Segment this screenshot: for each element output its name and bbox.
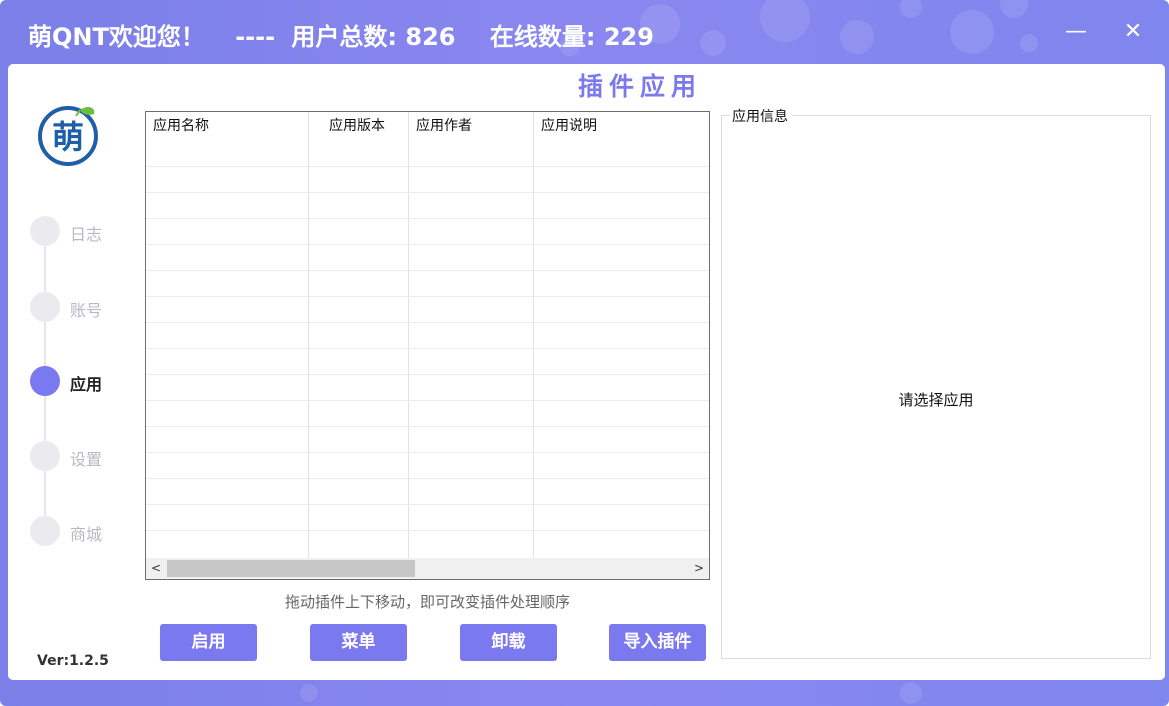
horizontal-scrollbar[interactable]: < >	[146, 558, 709, 579]
nav-dot	[30, 516, 60, 546]
table-row	[146, 296, 709, 297]
sidebar-item-label: 商城	[70, 525, 103, 544]
app-info-panel: 应用信息 请选择应用	[721, 106, 1151, 659]
table-row	[146, 192, 709, 193]
online-count-label: 在线数量:	[489, 23, 596, 51]
column-divider	[408, 112, 409, 558]
minimize-button[interactable]: —	[1061, 18, 1091, 48]
nav-dot	[30, 292, 60, 322]
scroll-left-icon[interactable]: <	[146, 558, 166, 579]
scrollbar-thumb[interactable]	[167, 560, 415, 577]
table-row	[146, 166, 709, 167]
drag-hint-text: 拖动插件上下移动，即可改变插件处理顺序	[284, 593, 570, 611]
sidebar-item-apps[interactable]: 应用	[30, 366, 130, 396]
scroll-right-icon[interactable]: >	[689, 558, 709, 579]
table-row	[146, 270, 709, 271]
column-header-version[interactable]: 应用版本	[329, 112, 385, 140]
welcome-text: 萌QNT欢迎您！	[28, 23, 205, 51]
menu-button[interactable]: 菜单	[310, 624, 407, 661]
sidebar-item-label: 日志	[70, 225, 103, 244]
sidebar-item-label: 应用	[70, 375, 103, 394]
nav-dot-active	[30, 366, 60, 396]
uninstall-button[interactable]: 卸载	[460, 624, 557, 661]
title-text: 萌QNT欢迎您！ ---- 用户总数: 826 在线数量: 229	[28, 17, 654, 52]
table-row	[146, 218, 709, 219]
column-header-name[interactable]: 应用名称	[153, 112, 209, 140]
close-button[interactable]: ✕	[1118, 18, 1148, 48]
column-header-description[interactable]: 应用说明	[541, 112, 597, 140]
app-logo: 萌	[36, 102, 98, 166]
table-row	[146, 452, 709, 453]
table-row	[146, 400, 709, 401]
table-row	[146, 504, 709, 505]
sidebar-item-account[interactable]: 账号	[30, 292, 130, 322]
import-plugin-button[interactable]: 导入插件	[609, 624, 706, 661]
online-count-value: 229	[603, 23, 654, 51]
leaf-logo-icon: 萌	[38, 106, 98, 166]
sidebar-item-label: 账号	[70, 301, 103, 320]
table-row	[146, 426, 709, 427]
table-row	[146, 374, 709, 375]
column-divider	[533, 112, 534, 558]
nav-dot	[30, 216, 60, 246]
sidebar-item-store[interactable]: 商城	[30, 516, 130, 546]
table-row	[146, 244, 709, 245]
version-label: Ver:1.2.5	[37, 653, 109, 669]
sidebar-item-label: 设置	[70, 450, 103, 469]
main-content: 插件应用 萌 日志 账号 应用 设置 商城 Ver:1.2.5 应用名称 应用版…	[8, 64, 1165, 680]
user-count-value: 826	[405, 23, 456, 51]
column-header-author[interactable]: 应用作者	[416, 112, 472, 140]
sidebar-item-log[interactable]: 日志	[30, 216, 130, 246]
nav-dot	[30, 441, 60, 471]
table-row	[146, 478, 709, 479]
table-row	[146, 322, 709, 323]
close-icon: ✕	[1123, 19, 1143, 44]
enable-button[interactable]: 启用	[160, 624, 257, 661]
table-row	[146, 530, 709, 531]
sidebar-item-settings[interactable]: 设置	[30, 441, 130, 471]
column-divider	[308, 112, 309, 558]
app-window: 萌QNT欢迎您！ ---- 用户总数: 826 在线数量: 229 — ✕ 插件…	[0, 0, 1169, 706]
logo-char: 萌	[52, 118, 84, 156]
title-bar: 萌QNT欢迎您！ ---- 用户总数: 826 在线数量: 229 — ✕	[0, 0, 1169, 64]
app-info-placeholder: 请选择应用	[898, 391, 974, 409]
page-title: 插件应用	[577, 72, 702, 101]
table-row	[146, 348, 709, 349]
user-count-label: 用户总数:	[291, 23, 398, 51]
plugin-table[interactable]: 应用名称 应用版本 应用作者 应用说明 < >	[145, 111, 710, 580]
app-info-legend: 应用信息	[730, 106, 792, 126]
title-separator: ----	[235, 23, 276, 51]
minimize-icon: —	[1065, 19, 1087, 44]
